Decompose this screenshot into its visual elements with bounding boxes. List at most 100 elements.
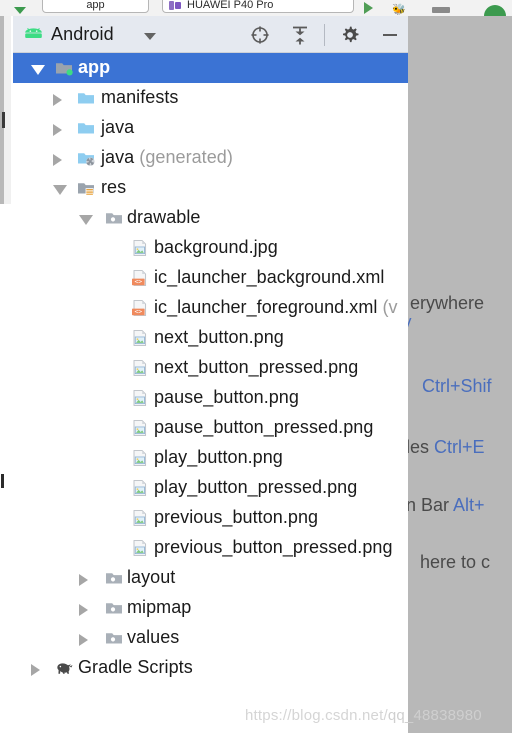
folder-grey-icon	[106, 213, 122, 224]
tree-row-name: Gradle Scripts	[78, 657, 193, 677]
avd-icon[interactable]	[484, 5, 506, 16]
tree-row-label: next_button_pressed.png	[154, 357, 358, 378]
svg-text:<>: <>	[134, 278, 142, 286]
minimize-icon[interactable]	[379, 24, 401, 46]
chevron-down-icon[interactable]	[14, 7, 26, 14]
watermark-user: qq_48838980	[387, 707, 482, 724]
tree-row[interactable]: next_button.png	[13, 323, 408, 353]
chevron-down-icon[interactable]	[79, 215, 93, 225]
tree-row-name: mipmap	[127, 597, 192, 617]
tree-row-suffix: (v	[377, 297, 398, 317]
project-tree[interactable]: app manifests java java (generated) res drawa…	[13, 53, 408, 733]
tree-row-name: previous_button_pressed.png	[154, 537, 393, 557]
toolbar-button-icon[interactable]	[432, 7, 450, 13]
tip-text: here to c	[420, 552, 491, 572]
tip-shortcut: Ctrl+E	[434, 437, 485, 457]
chevron-right-icon[interactable]	[79, 604, 88, 616]
folder-grey-icon	[106, 573, 122, 584]
tree-row-name: java	[101, 147, 135, 167]
tree-row[interactable]: pause_button.png	[13, 383, 408, 413]
image-file-icon	[133, 510, 147, 526]
tree-row-label: mipmap	[127, 597, 191, 618]
project-tool-window: Android app manifests java java (generated)…	[13, 16, 408, 733]
tree-row-name: ic_launcher_background.xml	[154, 267, 385, 287]
watermark: https://blog.csdn.net/qq_48838980	[245, 707, 482, 724]
device-selector[interactable]: HUAWEI P40 Pro	[162, 0, 354, 13]
tree-row[interactable]: <> ic_launcher_foreground.xml (v	[13, 293, 408, 323]
tree-row[interactable]: background.jpg	[13, 233, 408, 263]
tree-row[interactable]: drawable	[13, 203, 408, 233]
svg-text:<>: <>	[134, 308, 142, 316]
tree-row-label: res	[101, 177, 126, 198]
tree-row-label: Gradle Scripts	[78, 657, 193, 678]
tip-line: n Bar Alt+	[408, 495, 485, 516]
tree-row[interactable]: java	[13, 113, 408, 143]
tree-row[interactable]: java (generated)	[13, 143, 408, 173]
chevron-down-icon[interactable]	[53, 185, 67, 195]
tree-row[interactable]: values	[13, 623, 408, 653]
tree-row[interactable]: app	[13, 53, 408, 83]
tip-line: erywhere	[410, 293, 484, 314]
tip-shortcut: Alt+	[453, 495, 485, 515]
tree-row[interactable]: layout	[13, 563, 408, 593]
chevron-down-icon[interactable]	[31, 65, 45, 75]
image-file-icon	[133, 450, 147, 466]
folder-module-icon	[56, 63, 73, 76]
tree-row[interactable]: play_button_pressed.png	[13, 473, 408, 503]
gradle-elephant-icon	[57, 663, 73, 674]
tree-row-name: play_button_pressed.png	[154, 477, 358, 497]
xml-file-icon: <>	[132, 270, 147, 286]
tree-row-label: play_button.png	[154, 447, 283, 468]
chevron-down-icon[interactable]	[144, 33, 156, 40]
chevron-right-icon[interactable]	[53, 154, 62, 166]
tree-row[interactable]: mipmap	[13, 593, 408, 623]
collapse-all-icon[interactable]	[289, 24, 311, 46]
run-configuration-label: app	[86, 0, 105, 11]
chevron-right-icon[interactable]	[79, 574, 88, 586]
gutter-fragment-bar	[2, 112, 5, 128]
chevron-right-icon[interactable]	[79, 634, 88, 646]
gear-icon[interactable]	[339, 24, 361, 46]
tree-row-label: pause_button.png	[154, 387, 299, 408]
tip-shortcut: Ctrl+Shif	[422, 376, 492, 396]
tree-row-name: values	[127, 627, 180, 647]
debug-icon[interactable]: 🐝	[392, 3, 408, 16]
tool-window-header: Android	[13, 16, 408, 53]
tree-row[interactable]: <> ic_launcher_background.xml	[13, 263, 408, 293]
chevron-right-icon[interactable]	[31, 664, 40, 676]
gutter-fragment-bar-2	[1, 474, 4, 488]
gutter-light-block	[4, 16, 11, 204]
image-file-icon	[133, 480, 147, 496]
run-icon[interactable]	[364, 2, 373, 14]
image-file-icon	[133, 420, 147, 436]
run-configuration-selector[interactable]: app	[42, 0, 149, 13]
crosshair-target-icon[interactable]	[249, 24, 271, 46]
tree-row-label: background.jpg	[154, 237, 278, 258]
tree-row-name: background.jpg	[154, 237, 278, 257]
tree-row[interactable]: res	[13, 173, 408, 203]
tree-row-label: play_button_pressed.png	[154, 477, 357, 498]
image-file-icon	[133, 240, 147, 256]
tip-line: Ctrl+Shif	[422, 376, 492, 397]
tree-row-name: play_button.png	[154, 447, 283, 467]
chevron-right-icon[interactable]	[53, 124, 62, 136]
tree-row[interactable]: next_button_pressed.png	[13, 353, 408, 383]
tree-row-label: values	[127, 627, 179, 648]
tree-row[interactable]: play_button.png	[13, 443, 408, 473]
tree-row[interactable]: manifests	[13, 83, 408, 113]
ide-toolbar-strip: app HUAWEI P40 Pro 🐝	[0, 0, 512, 17]
tip-edge-fragment: v	[408, 312, 412, 332]
tree-row[interactable]: Gradle Scripts	[13, 653, 408, 683]
folder-blue-icon	[78, 93, 94, 104]
tool-window-title: Android	[51, 24, 114, 44]
tree-row-name: layout	[127, 567, 176, 587]
image-file-icon	[133, 390, 147, 406]
tree-row[interactable]: previous_button_pressed.png	[13, 533, 408, 563]
chevron-right-icon[interactable]	[53, 94, 62, 106]
folder-generated-icon	[78, 153, 95, 166]
tree-row-name: previous_button.png	[154, 507, 319, 527]
tree-row[interactable]: previous_button.png	[13, 503, 408, 533]
left-gutter-strip	[0, 16, 13, 733]
tree-row[interactable]: pause_button_pressed.png	[13, 413, 408, 443]
folder-res-icon	[78, 183, 94, 196]
